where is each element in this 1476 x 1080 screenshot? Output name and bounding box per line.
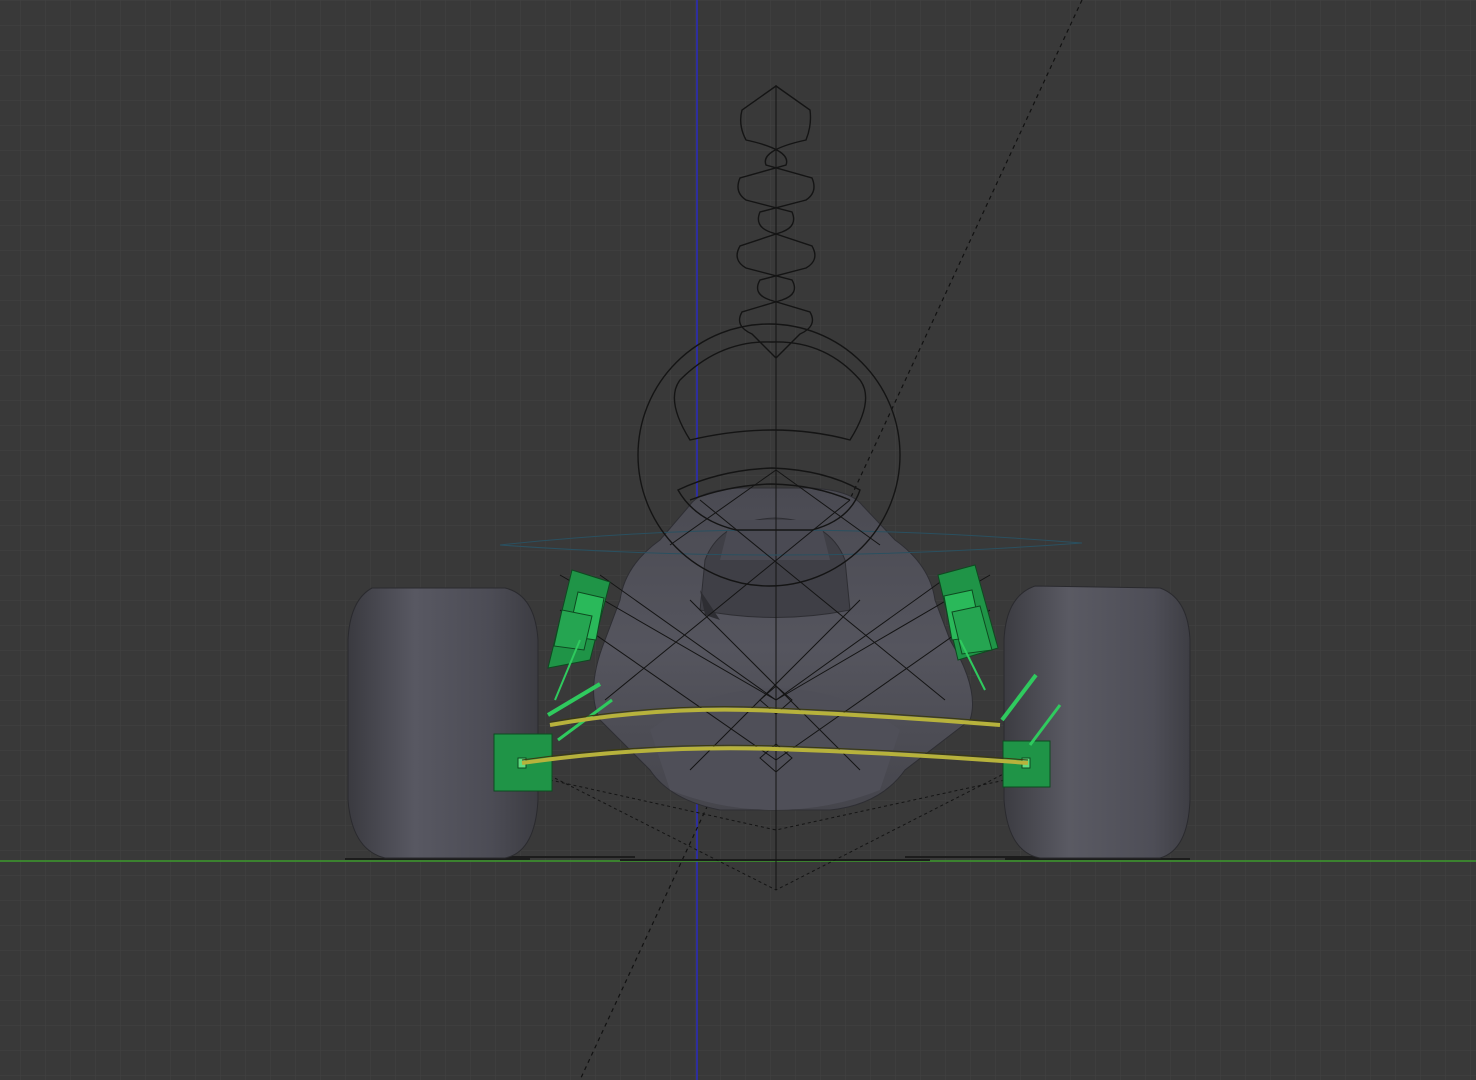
- right-wheel[interactable]: [1003, 585, 1191, 859]
- 3d-viewport[interactable]: [0, 0, 1476, 1080]
- left-wheel[interactable]: [347, 587, 539, 859]
- viewport-canvas[interactable]: [0, 0, 1476, 1080]
